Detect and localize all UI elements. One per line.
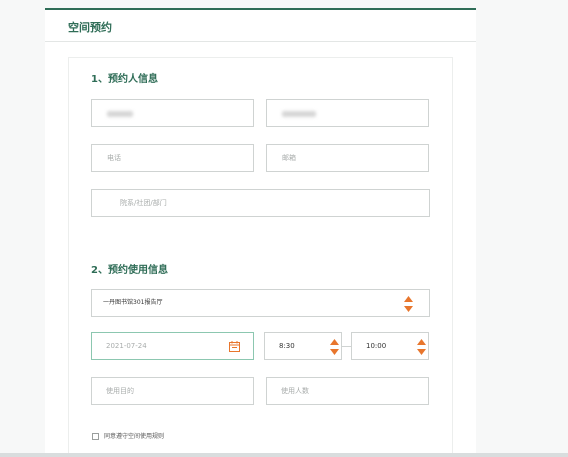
panel-header: 空间预约 — [45, 10, 476, 42]
date-value: 2021-07-24 — [106, 342, 147, 350]
phone-field[interactable]: 电话 — [91, 144, 254, 172]
agreement-checkbox[interactable] — [92, 433, 99, 440]
date-field[interactable]: 2021-07-24 — [91, 332, 254, 360]
purpose-field[interactable]: 使用目的 — [91, 377, 254, 405]
purpose-placeholder: 使用目的 — [106, 387, 134, 395]
venue-select[interactable]: 一丹图书馆301报告厅 — [91, 289, 430, 317]
department-field[interactable]: 院系/社团/部门 — [91, 189, 430, 217]
window-bottom-edge — [0, 453, 568, 457]
redacted-id — [282, 111, 316, 117]
people-count-placeholder: 使用人数 — [281, 387, 309, 395]
page-title: 空间预约 — [68, 21, 112, 34]
people-count-field[interactable]: 使用人数 — [266, 377, 429, 405]
start-time-value: 8:30 — [279, 342, 295, 350]
end-time-stepper-icon[interactable] — [417, 339, 426, 355]
phone-placeholder: 电话 — [107, 154, 121, 162]
end-time-value: 10:00 — [366, 342, 387, 350]
email-placeholder: 邮箱 — [282, 154, 296, 162]
department-placeholder: 院系/社团/部门 — [120, 199, 167, 207]
select-arrows-icon[interactable] — [404, 296, 413, 312]
time-range-separator — [341, 346, 351, 347]
start-time-stepper-icon[interactable] — [330, 339, 339, 355]
page: 空间预约 1、预约人信息 电话 邮箱 院系/社团/部门 2、预约使用信息 一丹图… — [0, 0, 568, 457]
id-field[interactable] — [266, 99, 429, 127]
agreement-label[interactable]: 同意遵守空间使用规则 — [104, 432, 164, 441]
end-time-field[interactable]: 10:00 — [351, 332, 429, 360]
name-field[interactable] — [91, 99, 254, 127]
start-time-field[interactable]: 8:30 — [264, 332, 342, 360]
calendar-icon[interactable] — [229, 341, 240, 352]
section-title-usage: 2、预约使用信息 — [91, 265, 168, 276]
email-field[interactable]: 邮箱 — [266, 144, 429, 172]
venue-value: 一丹图书馆301报告厅 — [103, 299, 163, 306]
redacted-name — [107, 111, 133, 117]
section-title-applicant: 1、预约人信息 — [91, 74, 158, 85]
